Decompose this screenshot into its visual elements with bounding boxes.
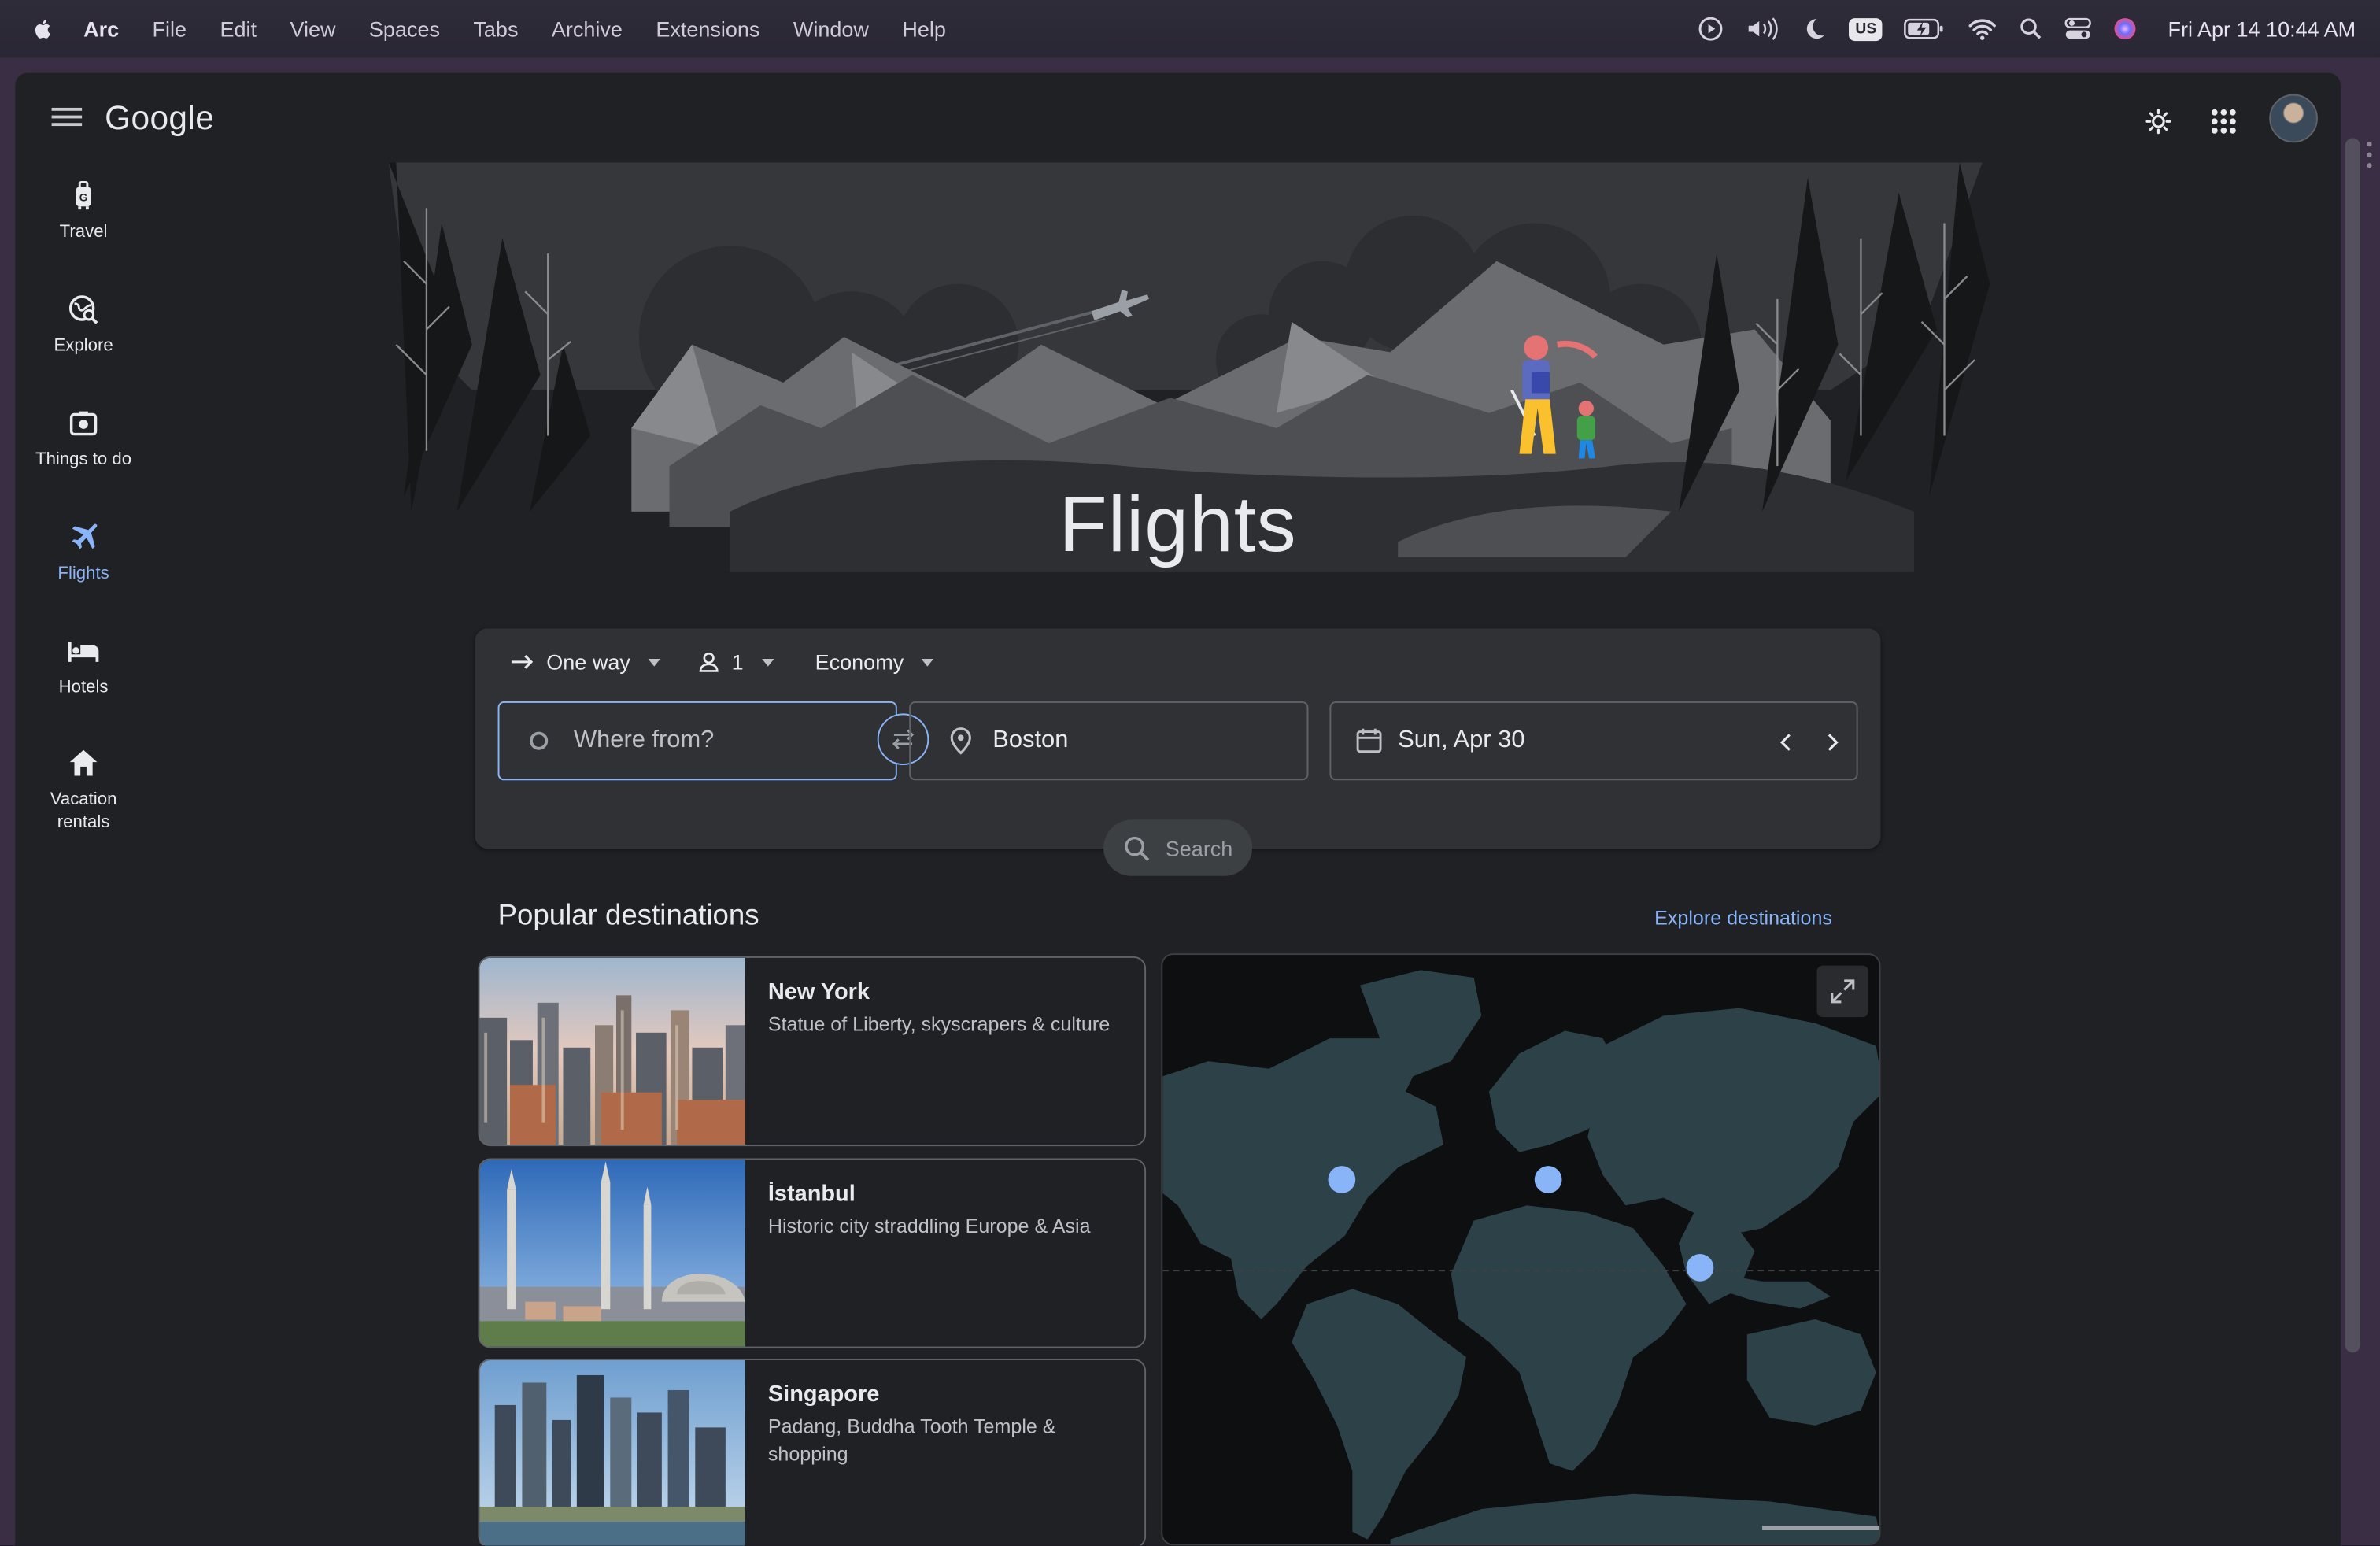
expand-arrows-icon [1831,979,1855,1004]
page-title: Flights [1059,481,1297,570]
nav-label-things-to-do: Things to do [35,450,132,469]
siri-icon[interactable] [2113,17,2138,41]
chevron-down-icon [761,658,774,666]
destination-card-singapore[interactable]: Singapore Padang, Buddha Tooth Temple & … [478,1359,1147,1546]
house-icon [69,749,98,776]
popular-destinations-heading: Popular destinations [497,900,759,933]
menu-archive[interactable]: Archive [552,17,623,41]
menu-app-name[interactable]: Arc [83,17,119,41]
wifi-icon[interactable] [1968,17,1998,41]
destination-name: New York [767,978,870,1005]
destination-value: Boston [992,727,1069,753]
person-icon [699,652,719,672]
map-marker-new-york[interactable] [1328,1166,1356,1193]
menu-spaces[interactable]: Spaces [369,17,440,41]
arrow-right-icon [511,655,534,669]
apple-logo-icon[interactable] [29,15,57,43]
chevron-down-icon [648,658,661,666]
theme-toggle-sun-icon[interactable] [2145,108,2172,135]
menu-edit[interactable]: Edit [220,17,257,41]
menubar-status-area: US Fri Apr 14 10:44 AM [1698,0,2356,57]
trip-type-select[interactable]: One way [510,649,661,675]
bed-icon [68,642,99,662]
destination-card-new-york[interactable]: New York Statue of Liberty, skyscrapers … [478,956,1147,1147]
menu-file[interactable]: File [153,17,187,41]
map-marker-istanbul[interactable] [1534,1166,1562,1193]
battery-charging-icon[interactable] [1904,17,1946,41]
menu-extensions[interactable]: Extensions [656,17,759,41]
menu-window[interactable]: Window [793,17,869,41]
destination-name: İstanbul [767,1181,856,1208]
singapore-photo [479,1359,745,1546]
nav-item-explore[interactable]: Explore [15,293,152,358]
passengers-value: 1 [731,649,744,675]
next-date-chevron-icon[interactable] [1823,732,1841,753]
search-button[interactable]: Search [1103,819,1253,876]
destination-description: Statue of Liberty, skyscrapers & culture [767,1012,1111,1036]
cabin-class-select[interactable]: Economy [815,649,934,674]
nav-item-travel[interactable]: G Travel [15,179,152,245]
location-pin-icon [950,727,971,755]
destination-input[interactable]: Boston [909,701,1309,781]
nav-label-travel: Travel [59,223,108,242]
nav-label-explore: Explore [54,337,113,356]
previous-date-chevron-icon[interactable] [1777,732,1795,753]
input-source-badge[interactable]: US [1849,17,1883,41]
departure-date-value: Sun, Apr 30 [1398,727,1525,753]
world-map-graphic [1162,955,1879,1544]
destination-description: Padang, Buddha Tooth Temple & shopping [767,1415,1056,1466]
nav-label-hotels: Hotels [58,679,109,697]
spotlight-search-icon[interactable] [2020,17,2044,41]
flight-search-form: One way 1 Economy Where from? Boston Sun… [475,628,1881,849]
nav-label-vacation-rentals: Vacation rentals [50,790,117,832]
menu-bar: Arc File Edit View Spaces Tabs Archive E… [0,0,2380,58]
volume-icon[interactable] [1746,15,1779,43]
map-expand-button[interactable] [1816,965,1869,1018]
nav-item-hotels[interactable]: Hotels [15,634,152,700]
play-circle-icon[interactable] [1698,15,1725,43]
destination-name: Singapore [767,1381,880,1407]
search-button-label: Search [1165,835,1233,860]
svg-text:G: G [79,192,88,204]
menubar-clock[interactable]: Fri Apr 14 10:44 AM [2168,17,2356,41]
main-menu-button[interactable] [51,103,83,131]
map-marker-singapore[interactable] [1686,1253,1714,1282]
istanbul-photo [479,1160,745,1347]
destinations-map[interactable] [1161,953,1881,1546]
google-apps-grid-icon[interactable] [2210,108,2238,135]
chevron-down-icon [922,658,934,666]
calendar-icon [1356,728,1382,753]
destination-card-istanbul[interactable]: İstanbul Historic city straddling Europe… [478,1158,1147,1348]
menu-tabs[interactable]: Tabs [473,17,518,41]
cabin-class-value: Economy [815,649,904,675]
trip-type-value: One way [546,649,630,675]
google-logo[interactable]: Google [105,98,214,138]
control-center-icon[interactable] [2064,17,2092,41]
origin-placeholder: Where from? [573,727,715,753]
window-options-dots-icon[interactable] [2367,141,2373,168]
menu-help[interactable]: Help [902,17,946,41]
explore-destinations-link[interactable]: Explore destinations [1654,906,1832,929]
menu-view[interactable]: View [290,17,335,41]
passengers-select[interactable]: 1 [698,649,774,674]
camera-icon [69,411,98,436]
nav-item-vacation-rentals[interactable]: Vacation rentals [15,747,152,835]
google-flights-page: Google G Travel Explore Things to do Fli… [15,72,2341,1546]
nav-item-things-to-do[interactable]: Things to do [15,407,152,472]
luggage-icon: G [76,180,91,210]
moon-icon[interactable] [1801,15,1828,43]
account-avatar[interactable] [2269,94,2318,143]
departure-date-input[interactable]: Sun, Apr 30 [1329,701,1858,781]
origin-input[interactable]: Where from? [497,701,897,781]
explore-globe-icon [68,295,98,324]
new-york-photo [479,957,745,1145]
destination-description: Historic city straddling Europe & Asia [767,1214,1091,1237]
browser-window: Google G Travel Explore Things to do Fli… [0,57,2380,1546]
search-icon [1124,835,1149,860]
page-scrollbar[interactable] [2345,138,2360,1353]
origin-circle-icon [530,731,549,750]
